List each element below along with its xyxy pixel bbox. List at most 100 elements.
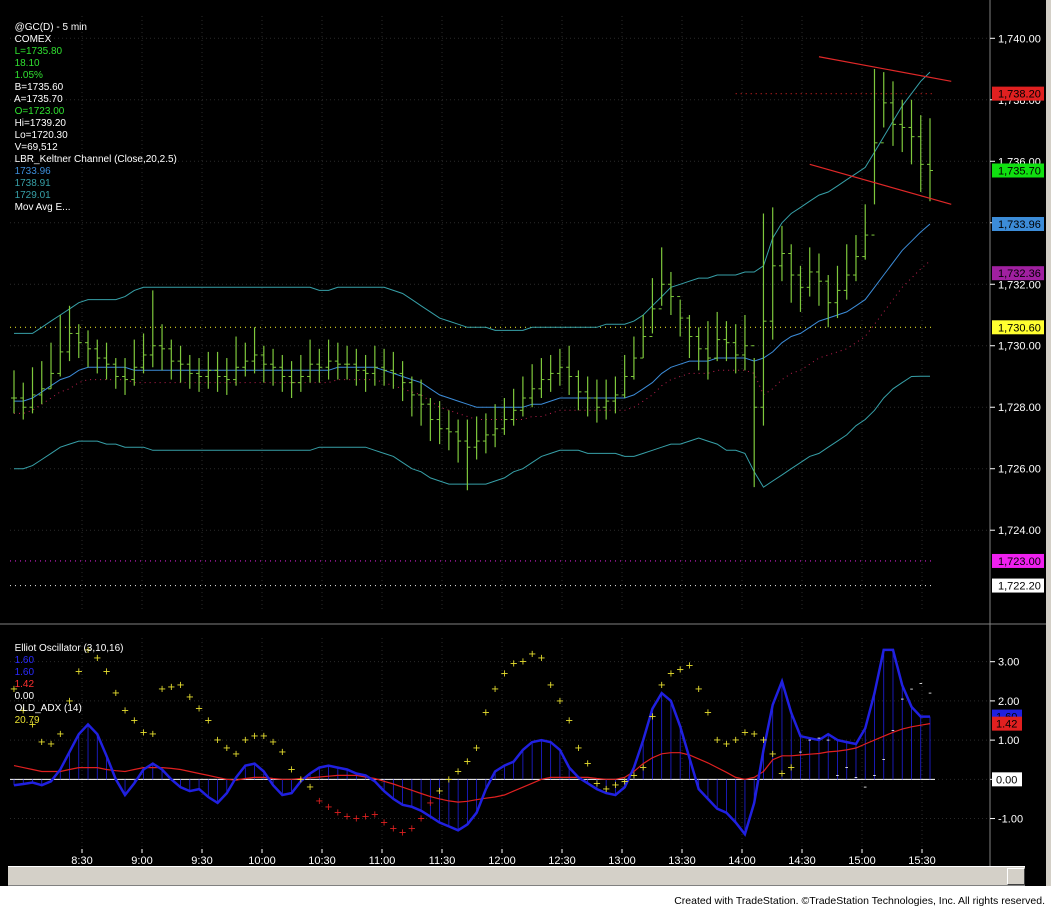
y-tick-label: 1,732.00 <box>998 279 1041 291</box>
exchange-label: COMEX <box>14 34 52 45</box>
adx-dot: + <box>213 735 221 746</box>
adx-dot: + <box>667 668 675 679</box>
adx-dot: + <box>528 649 536 660</box>
horizontal-scrollbar[interactable] <box>8 866 1025 886</box>
adx-dot: + <box>583 759 591 770</box>
adx-dot: - <box>845 763 849 774</box>
adx-dot: + <box>306 782 314 793</box>
adx-dot: + <box>278 747 286 758</box>
price-label-text: 1,730.60 <box>998 322 1041 334</box>
adx-dot: + <box>500 668 508 679</box>
adx-dot: + <box>223 743 231 754</box>
adx-dot: + <box>509 659 517 670</box>
adx-dot: + <box>426 798 434 809</box>
adx-name: OLD_ADX (14) <box>14 703 82 714</box>
adx-dot: + <box>352 814 360 825</box>
adx-dot: + <box>713 735 721 746</box>
y-tick-label: 1,740.00 <box>998 33 1041 45</box>
adx-value: 20.79 <box>14 715 40 726</box>
adx-dot: + <box>546 680 554 691</box>
price-label-text: 1,723.00 <box>998 556 1041 568</box>
price-label-text: 1,735.70 <box>998 166 1041 178</box>
adx-dot: + <box>167 682 175 693</box>
adx-dot: - <box>919 678 923 689</box>
bid-price: B=1735.60 <box>14 82 64 93</box>
adx-dot: + <box>408 823 416 834</box>
adx-dot: - <box>826 735 830 746</box>
adx-dot: - <box>808 735 812 746</box>
adx-dot: + <box>750 729 758 740</box>
adx-dot: + <box>676 665 684 676</box>
adx-dot: + <box>454 766 462 777</box>
adx-dot: + <box>620 776 628 787</box>
adx-dot: + <box>56 729 64 740</box>
net-change: 18.10 <box>14 58 40 69</box>
adx-dot: + <box>250 731 258 742</box>
adx-dot: + <box>241 735 249 746</box>
adx-dot: - <box>836 770 840 781</box>
mov-avg-label: Mov Avg E... <box>14 202 71 213</box>
adx-dot: - <box>910 684 914 695</box>
adx-dot: + <box>417 814 425 825</box>
adx-dot: + <box>639 763 647 774</box>
volume: V=69,512 <box>14 142 58 153</box>
adx-dot: - <box>873 770 877 781</box>
adx-dot: - <box>863 782 867 793</box>
adx-dot: + <box>491 684 499 695</box>
adx-dot: + <box>685 661 693 672</box>
adx-dot: + <box>47 739 55 750</box>
y-tick-label: 1,726.00 <box>998 464 1041 476</box>
adx-dot: + <box>482 708 490 719</box>
adx-dot: - <box>799 747 803 758</box>
price-label-text: 1,733.96 <box>998 219 1041 231</box>
adx-dot: + <box>176 680 184 691</box>
adx-dot: - <box>891 725 895 736</box>
adx-dot: + <box>657 680 665 691</box>
osc-y-tick-label: 1.00 <box>998 735 1019 747</box>
open-price: O=1723.00 <box>14 106 65 117</box>
adx-dot: + <box>472 743 480 754</box>
adx-dot: + <box>186 692 194 703</box>
adx-dot: + <box>232 749 240 760</box>
osc-value-1: 1.60 <box>14 655 35 666</box>
adx-dot: + <box>435 786 443 797</box>
price-header: @GC(D) - 5 min COMEX L=1735.80 18.10 1.0… <box>9 10 181 214</box>
osc-label-text: 1.42 <box>996 719 1017 731</box>
adx-dot: + <box>787 763 795 774</box>
y-tick-label: 1,724.00 <box>998 525 1041 537</box>
right-frame <box>1046 0 1051 908</box>
adx-dot: - <box>900 694 904 705</box>
adx-dot: - <box>882 755 886 766</box>
kc-upper-value: 1738.91 <box>14 178 51 189</box>
adx-dot: + <box>611 780 619 791</box>
adx-dot: + <box>565 716 573 727</box>
adx-dot: + <box>556 696 564 707</box>
adx-dot: + <box>139 727 147 738</box>
adx-dot: + <box>361 812 369 823</box>
adx-dot: + <box>778 768 786 779</box>
adx-dot: + <box>204 716 212 727</box>
adx-dot: + <box>602 784 610 795</box>
scroll-thumb[interactable] <box>1007 868 1025 885</box>
adx-dot: + <box>195 704 203 715</box>
adx-dot: + <box>149 729 157 740</box>
adx-dot: + <box>694 684 702 695</box>
adx-dot: - <box>854 772 858 783</box>
y-tick-label: 1,728.00 <box>998 402 1041 414</box>
adx-dot: - <box>817 733 821 744</box>
adx-dot: + <box>574 743 582 754</box>
adx-dot: + <box>398 827 406 838</box>
adx-dot: + <box>324 802 332 813</box>
ask-price: A=1735.70 <box>14 94 63 105</box>
adx-dot: + <box>445 774 453 785</box>
adx-dot: + <box>269 737 277 748</box>
footer-strip: Created with TradeStation. ©TradeStation… <box>0 886 1051 908</box>
adx-dot: + <box>38 737 46 748</box>
adx-dot: + <box>537 653 545 664</box>
low-price: Lo=1720.30 <box>14 130 68 141</box>
adx-dot: + <box>630 770 638 781</box>
osc-value-3: 1.42 <box>14 679 35 690</box>
price-label-text: 1,732.36 <box>998 268 1041 280</box>
pct-change: 1.05% <box>14 70 43 81</box>
adx-dot: + <box>722 739 730 750</box>
